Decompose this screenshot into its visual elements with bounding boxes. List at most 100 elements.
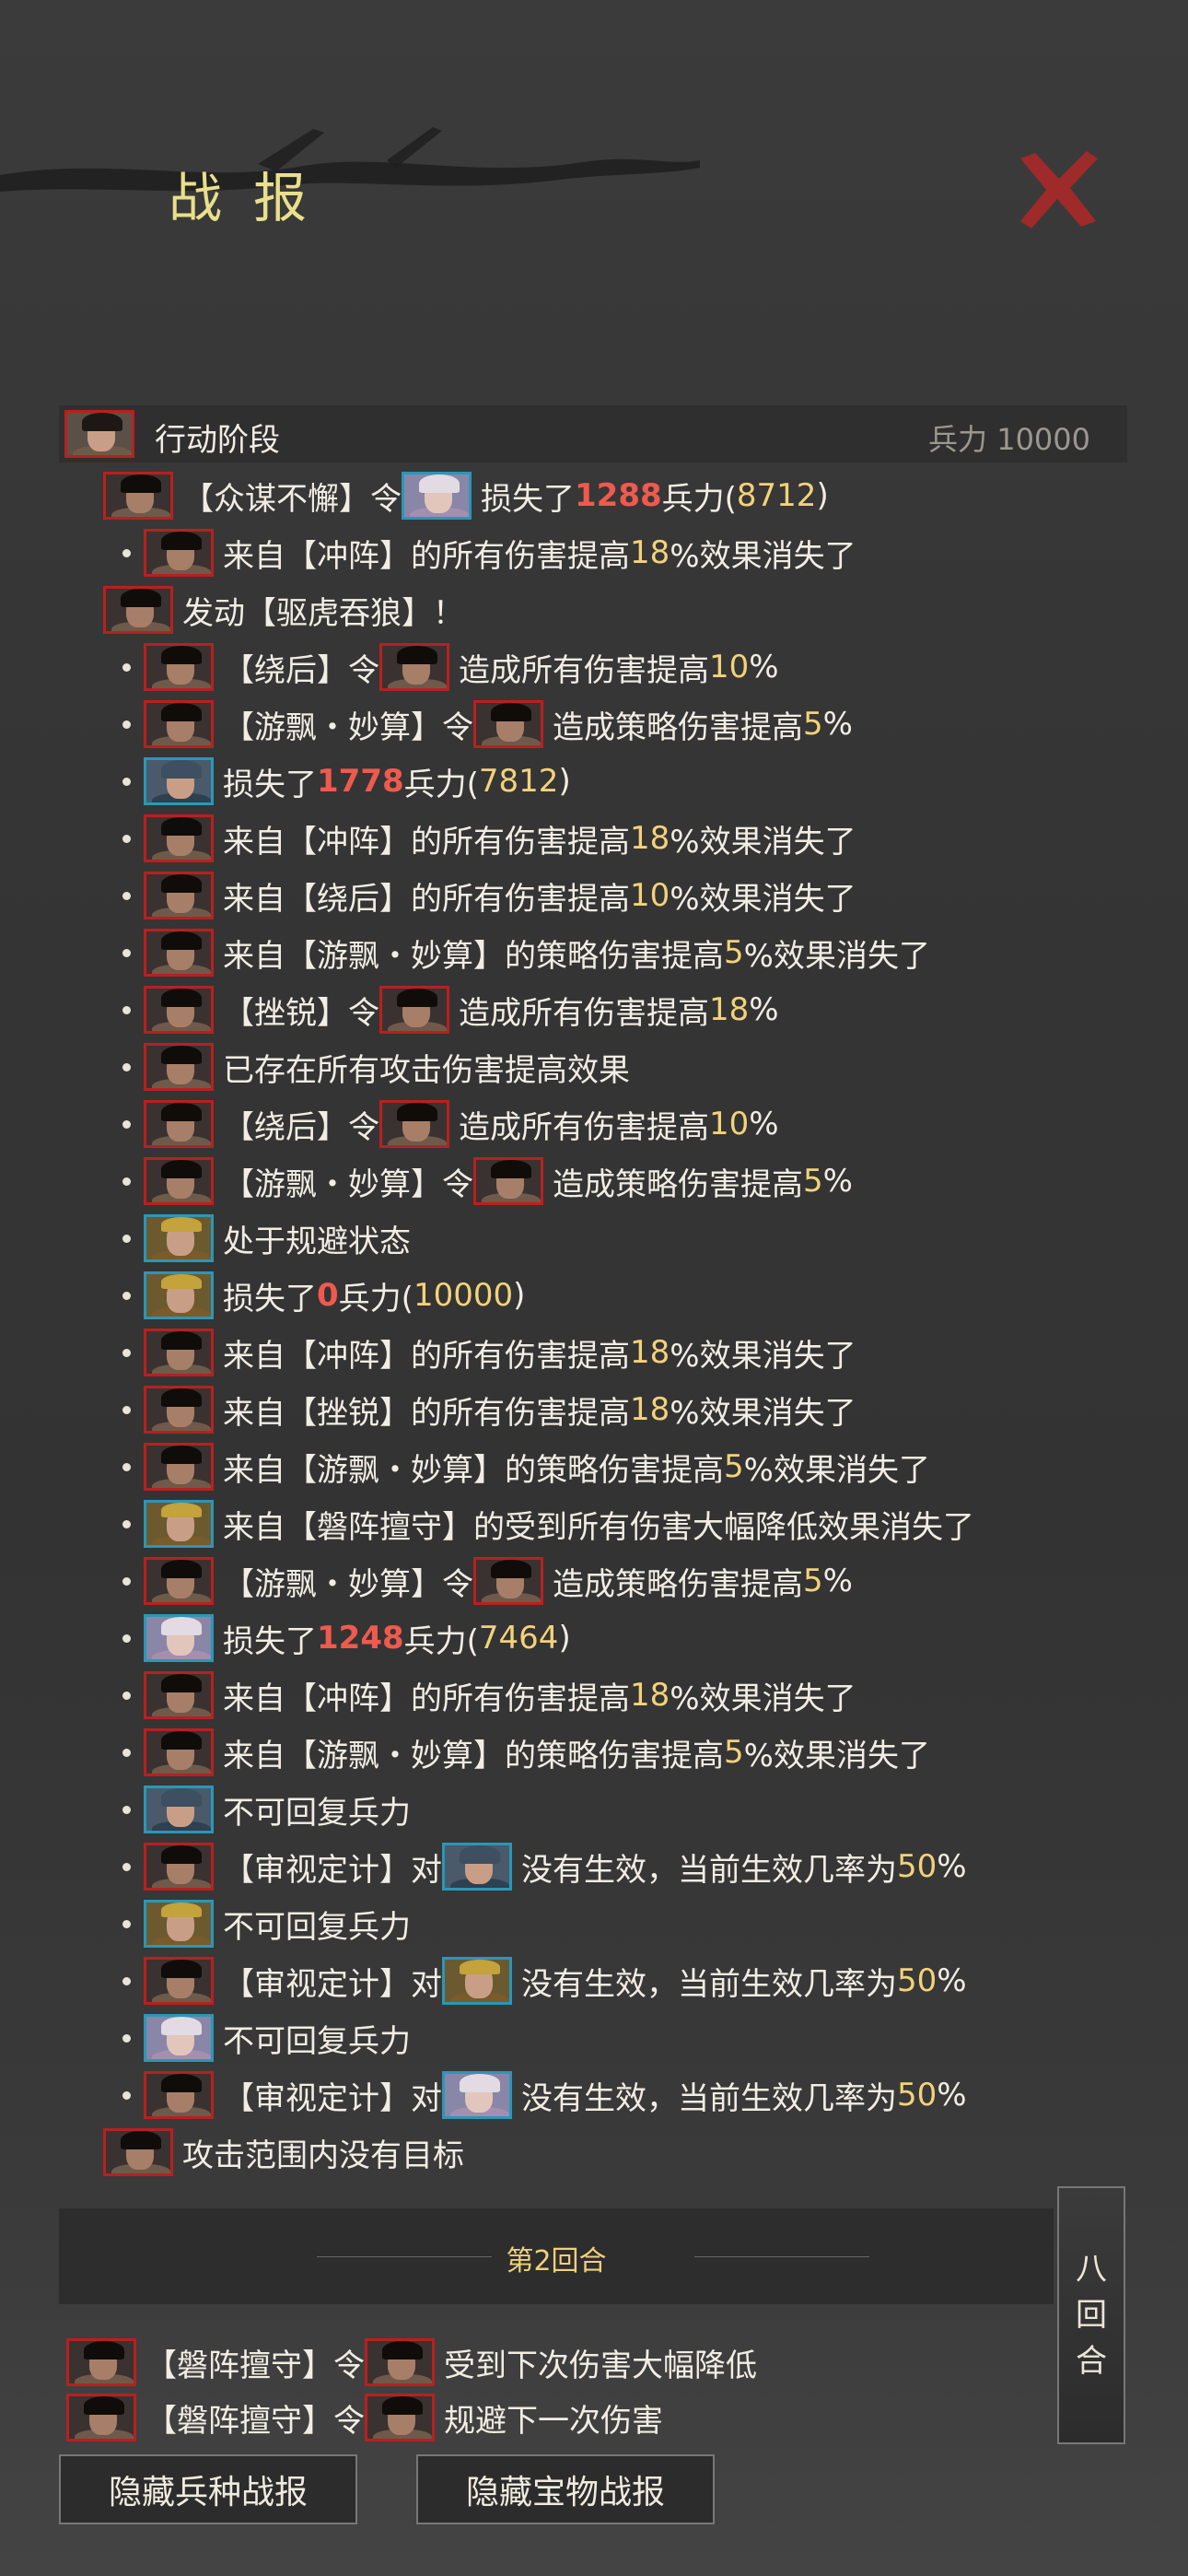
general-avatar[interactable] (144, 1900, 214, 1948)
general-avatar[interactable] (103, 586, 173, 634)
general-avatar[interactable] (442, 1843, 512, 1891)
log-text: ) (558, 763, 571, 800)
damage-value: 0 (317, 1277, 339, 1314)
general-avatar[interactable] (144, 2014, 214, 2062)
log-text: 损失了 (223, 1622, 317, 1660)
general-avatar[interactable] (103, 2128, 173, 2176)
bullet-dot (122, 1977, 131, 1985)
log-text: %效果消失了 (670, 537, 856, 575)
log-text: % (822, 706, 853, 743)
ink-brush-decoration (0, 127, 700, 192)
general-avatar[interactable] (144, 700, 214, 748)
general-avatar[interactable] (144, 986, 214, 1034)
log-text: 来自【游飘・妙算】的策略伤害提高 (223, 1451, 724, 1489)
hide-troop-report-button[interactable]: 隐藏兵种战报 (59, 2454, 357, 2524)
general-avatar[interactable] (144, 1329, 214, 1376)
log-text: % (937, 2077, 967, 2113)
log-text: 造成策略伤害提高 (553, 708, 803, 746)
general-avatar[interactable] (144, 1100, 214, 1148)
log-line: 【挫锐】令 造成所有伤害提高 18% (144, 984, 779, 1036)
general-avatar[interactable] (144, 1843, 214, 1891)
highlight-value: 50 (897, 1962, 938, 1999)
general-avatar[interactable] (442, 2071, 512, 2119)
general-avatar[interactable] (144, 1671, 214, 1719)
general-avatar[interactable] (144, 1443, 214, 1491)
general-avatar[interactable] (144, 872, 214, 919)
log-text: 【磐阵擅守】令 (146, 2402, 365, 2440)
general-avatar[interactable] (144, 1957, 214, 2005)
round-divider: 第2回合 (59, 2208, 1054, 2304)
general-avatar[interactable] (379, 1100, 449, 1148)
log-text: % (749, 649, 779, 685)
log-text: % (822, 1163, 853, 1200)
log-text: 来自【磐阵擅守】的受到所有伤害大幅降低效果消失了 (223, 1508, 974, 1546)
highlight-value: 10 (709, 649, 750, 685)
log-line: 来自【游飘・妙算】的策略伤害提高 5 %效果消失了 (144, 1727, 930, 1778)
log-text: 【绕后】令 (223, 651, 379, 689)
log-text: 造成所有伤害提高 (459, 1108, 709, 1146)
general-avatar[interactable] (144, 1386, 214, 1434)
log-text: 造成策略伤害提高 (553, 1565, 803, 1603)
general-avatar[interactable] (473, 1157, 543, 1205)
log-text: %效果消失了 (670, 1394, 856, 1432)
general-avatar[interactable] (144, 529, 214, 577)
general-avatar[interactable] (144, 1043, 214, 1091)
log-text: 损失了 (223, 1280, 317, 1317)
general-avatar[interactable] (144, 1614, 214, 1662)
general-avatar[interactable] (144, 1214, 214, 1262)
general-avatar[interactable] (144, 1271, 214, 1319)
general-avatar[interactable] (402, 472, 472, 520)
general-avatar[interactable] (144, 2071, 214, 2119)
general-avatar[interactable] (473, 700, 543, 748)
log-text: 【游飘・妙算】令 (223, 1565, 473, 1603)
log-line: 【审视定计】对 没有生效，当前生效几率为 50% (144, 1955, 967, 2007)
log-line: 【游飘・妙算】令 造成策略伤害提高 5% (144, 1155, 853, 1207)
log-text: 造成策略伤害提高 (553, 1165, 803, 1203)
log-line: 攻击范围内没有目标 (103, 2126, 464, 2178)
log-line: 来自【游飘・妙算】的策略伤害提高 5 %效果消失了 (144, 927, 930, 978)
log-text: %效果消失了 (670, 1680, 856, 1717)
log-text: %效果消失了 (743, 937, 930, 975)
general-avatar[interactable] (144, 1500, 214, 1548)
bullet-dot (122, 720, 131, 729)
general-avatar[interactable] (365, 2338, 435, 2386)
highlight-value: 5 (803, 706, 823, 743)
general-avatar[interactable] (365, 2394, 435, 2441)
general-avatar[interactable] (66, 2394, 136, 2441)
bullet-dot (122, 1349, 131, 1357)
general-avatar[interactable] (66, 2338, 136, 2386)
highlight-value: 5 (803, 1163, 823, 1200)
general-avatar[interactable] (379, 986, 449, 1034)
general-avatar[interactable] (144, 814, 214, 862)
eight-rounds-char: 回 (1076, 2297, 1107, 2334)
general-avatar[interactable] (379, 643, 449, 691)
general-avatar[interactable] (473, 1557, 543, 1605)
close-icon[interactable] (1013, 147, 1101, 230)
bullet-dot (122, 1063, 131, 1071)
general-avatar[interactable] (144, 929, 214, 977)
general-avatar[interactable] (144, 757, 214, 805)
log-line: 不可回复兵力 (144, 1898, 411, 1950)
general-avatar[interactable] (103, 472, 173, 520)
general-avatar[interactable] (144, 1157, 214, 1205)
log-text: % (822, 1563, 853, 1599)
general-avatar[interactable] (144, 1786, 214, 1833)
log-text: %效果消失了 (670, 880, 856, 918)
eight-rounds-char: 八 (1076, 2251, 1107, 2288)
highlight-value: 5 (724, 1448, 744, 1485)
log-line: 来自【冲阵】的所有伤害提高 18 %效果消失了 (144, 1327, 856, 1378)
log-text: ) (816, 477, 829, 514)
bullet-dot (122, 1292, 131, 1300)
highlight-value: 7464 (478, 1620, 559, 1657)
general-avatar[interactable] (442, 1957, 512, 2005)
log-line: 来自【冲阵】的所有伤害提高 18 %效果消失了 (144, 527, 856, 579)
general-avatar[interactable] (144, 1557, 214, 1605)
highlight-value: 18 (709, 991, 750, 1028)
hide-treasure-report-button[interactable]: 隐藏宝物战报 (416, 2454, 715, 2524)
general-avatar[interactable] (144, 643, 214, 691)
general-avatar[interactable] (144, 1728, 214, 1776)
eight-rounds-button[interactable]: 八 回 合 (1057, 2186, 1125, 2444)
bullet-dot (122, 2034, 131, 2043)
highlight-value: 10000 (413, 1277, 514, 1314)
highlight-value: 8712 (736, 477, 817, 514)
